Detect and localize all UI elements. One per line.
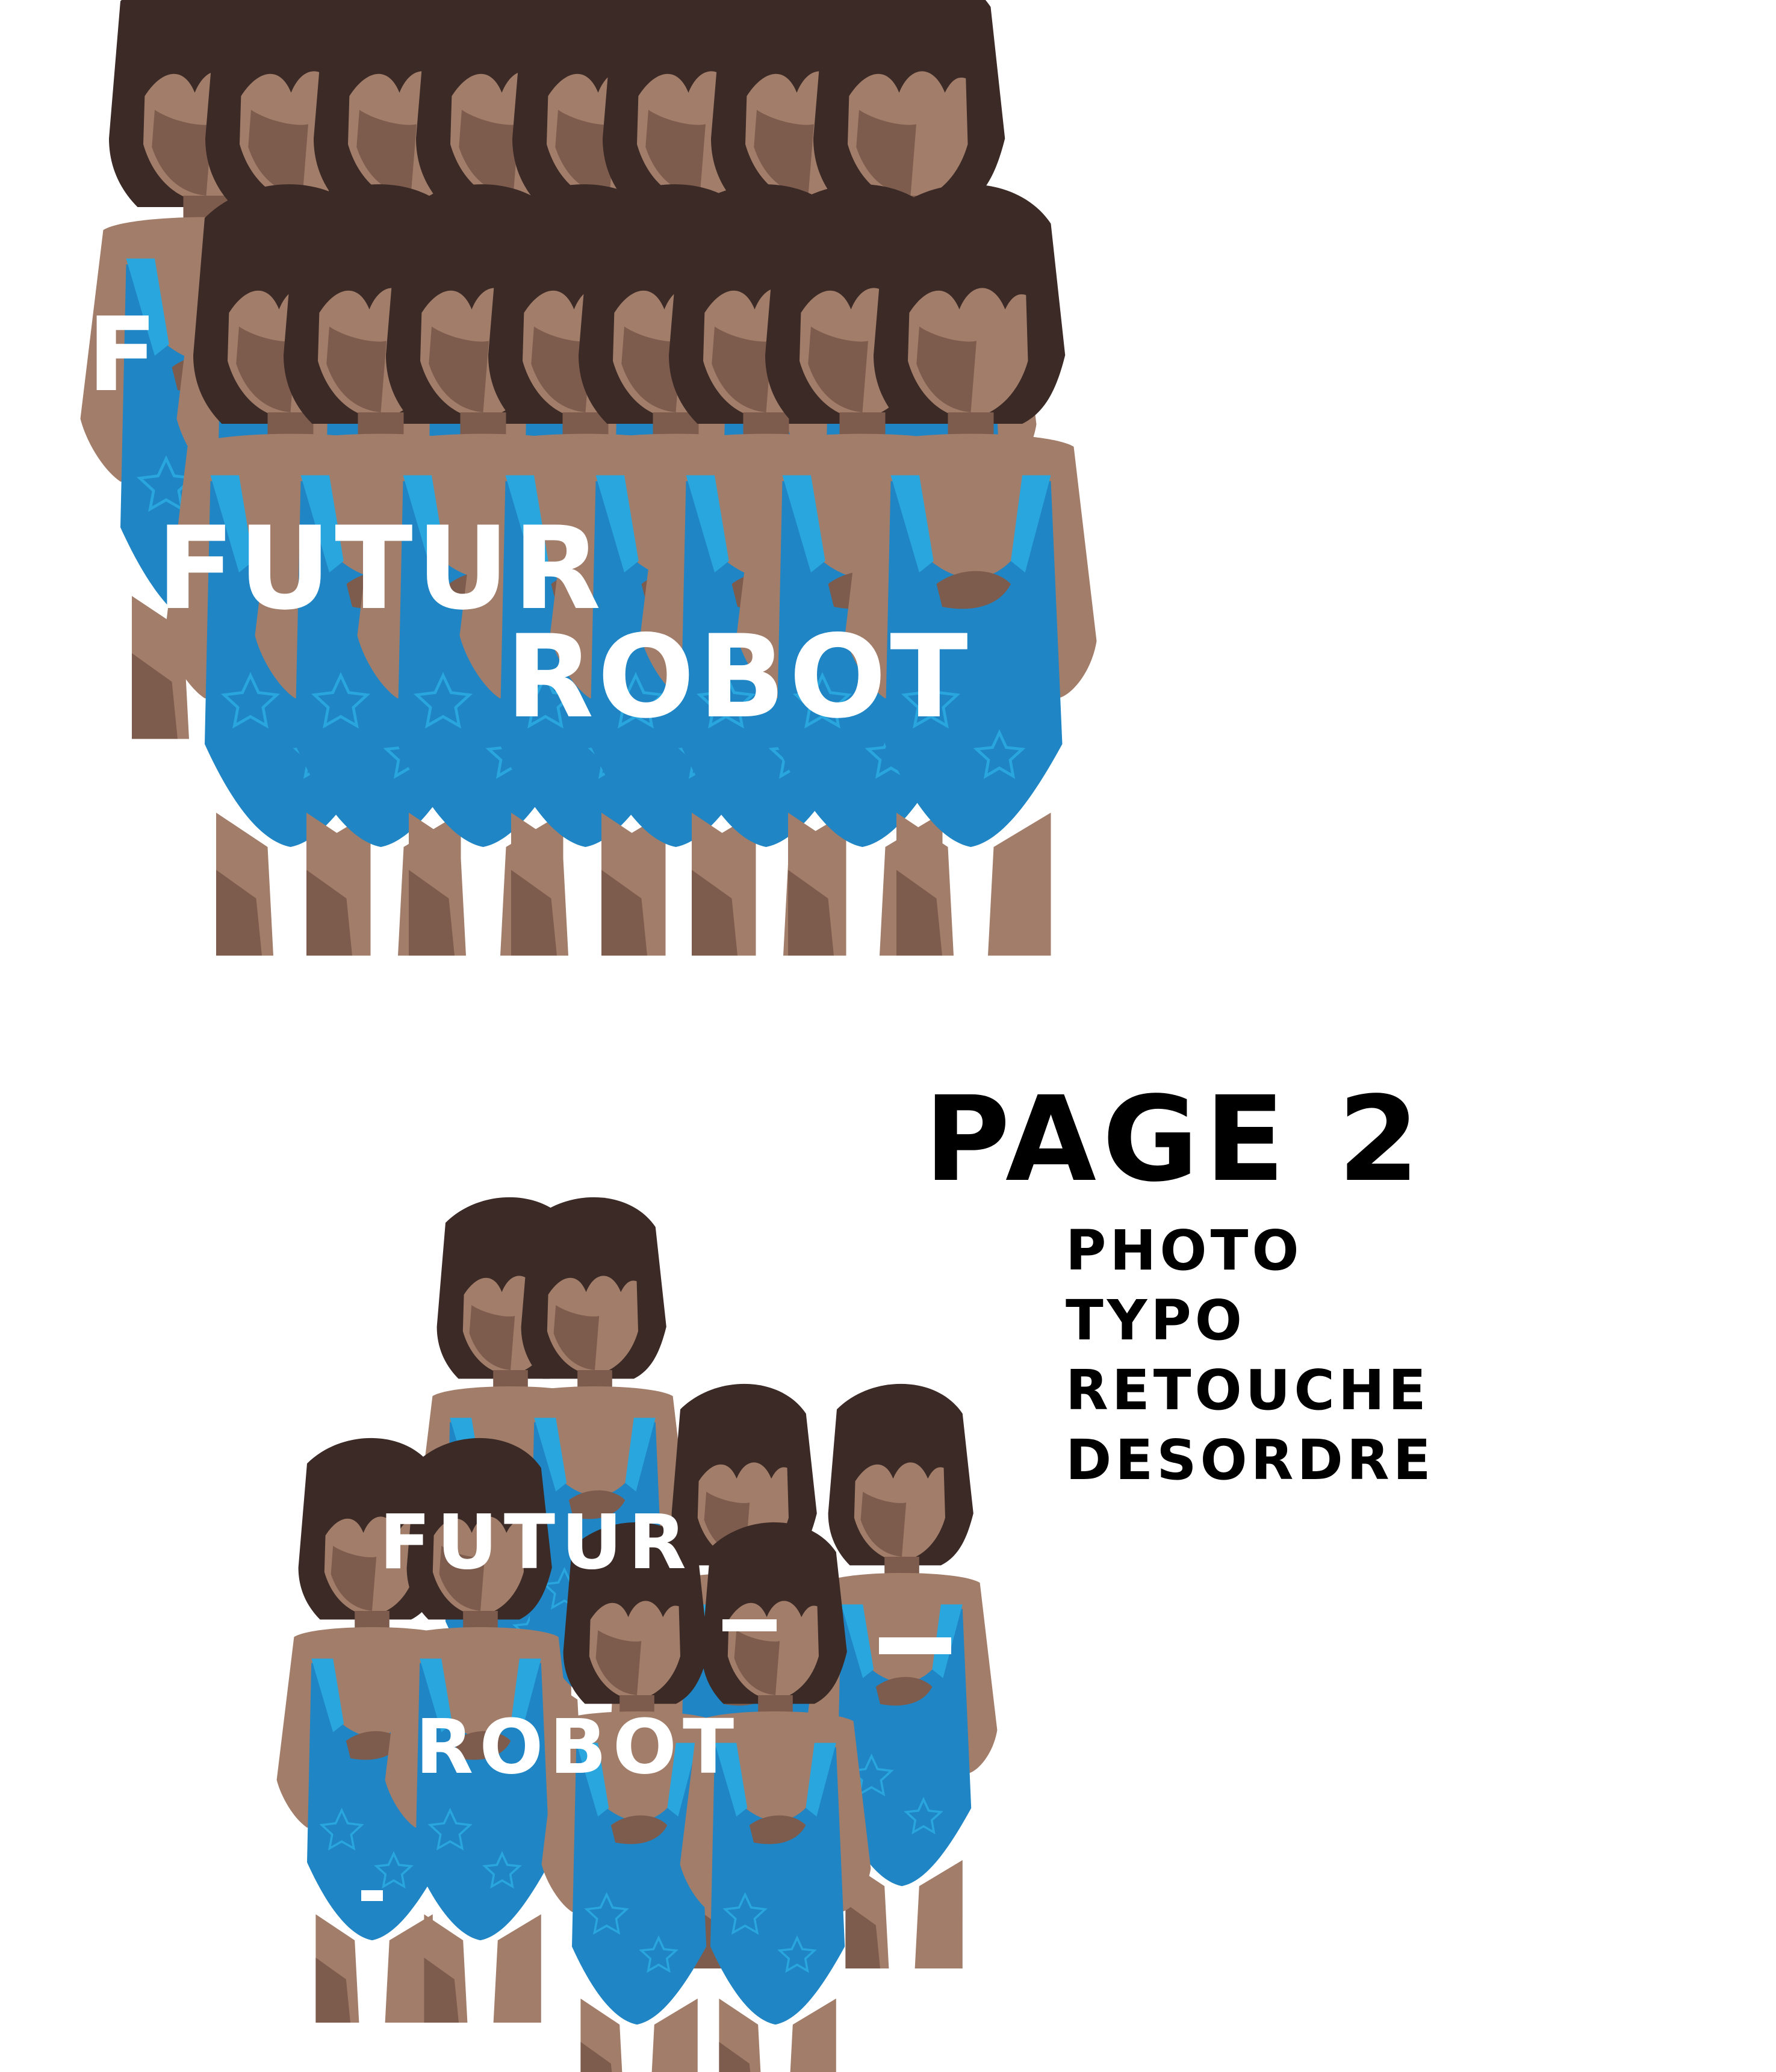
overlay-word-robot-bottom: ROBOT (415, 1704, 741, 1791)
collage-artwork (0, 0, 1776, 2072)
topic-item: PHOTO (1066, 1218, 1303, 1283)
topic-item: DESORDRE (1066, 1428, 1435, 1492)
bottom-collage (275, 1196, 999, 2072)
overlay-word-futur: FUTUR (157, 502, 605, 635)
topic-list: PHOTO TYPO RETOUCHE DESORDRE (1066, 1216, 1435, 1495)
topic-item: RETOUCHE (1066, 1358, 1430, 1422)
overlay-word-robot: ROBOT (506, 610, 972, 743)
overlay-letter-f: F (87, 296, 161, 415)
topic-item: TYPO (1066, 1288, 1246, 1353)
top-collage (81, 0, 1097, 955)
page-heading: PAGE 2 (924, 1071, 1426, 1208)
overlay-word-futur-bottom: FUTUR (379, 1499, 692, 1586)
